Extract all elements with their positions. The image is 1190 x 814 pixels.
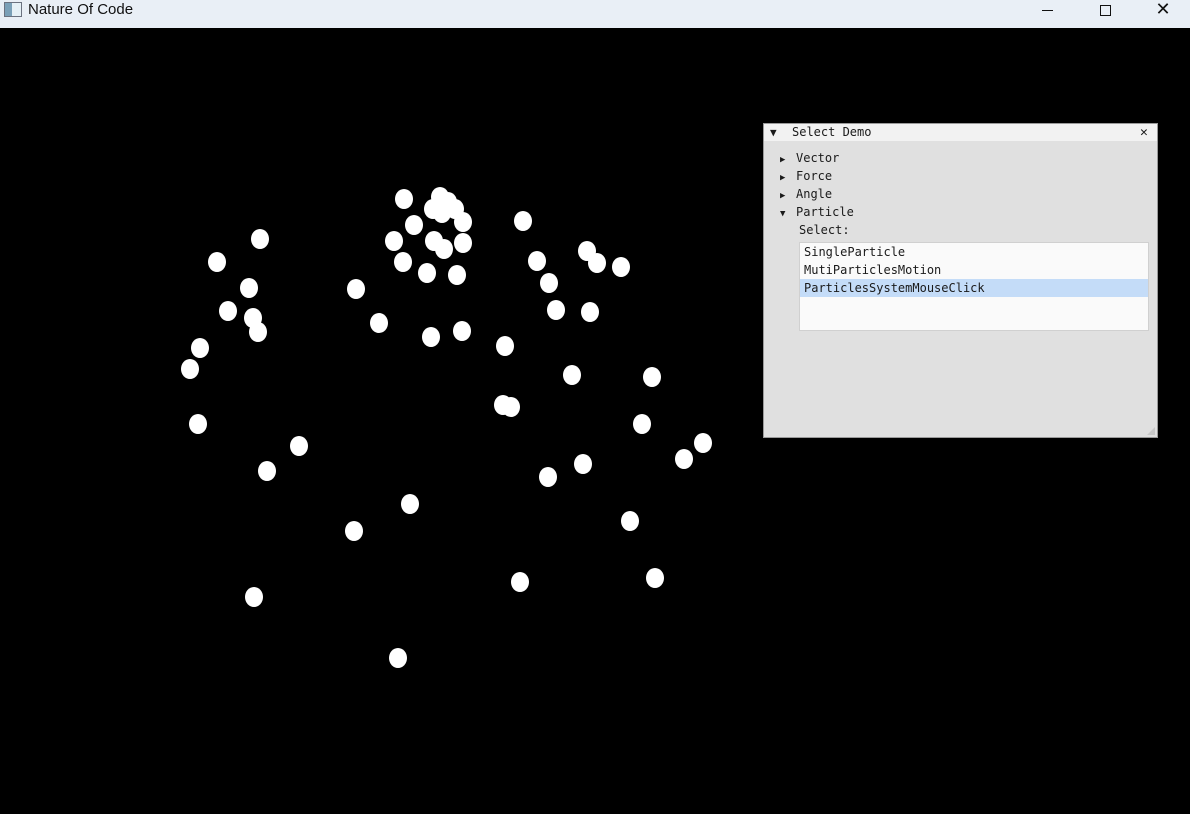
close-icon: ✕ xyxy=(1155,0,1171,20)
particle xyxy=(633,414,651,434)
particle xyxy=(258,461,276,481)
minimize-button[interactable] xyxy=(1024,0,1070,20)
particle xyxy=(502,397,520,417)
maximize-icon xyxy=(1099,4,1111,16)
window-title: Nature Of Code xyxy=(28,1,134,18)
particle xyxy=(612,257,630,277)
particle xyxy=(370,313,388,333)
tree-node-label: Vector xyxy=(796,151,840,165)
particle xyxy=(514,211,532,231)
particle xyxy=(435,239,453,259)
demo-listbox[interactable]: SingleParticle MutiParticlesMotion Parti… xyxy=(799,242,1149,331)
window-close-icon[interactable]: ✕ xyxy=(1140,124,1148,141)
tree-node-force[interactable]: ▶ Force xyxy=(780,167,832,185)
particle xyxy=(347,279,365,299)
particle xyxy=(496,336,514,356)
particle xyxy=(249,322,267,342)
particle xyxy=(389,648,407,668)
particle xyxy=(448,265,466,285)
particle xyxy=(290,436,308,456)
particle xyxy=(208,252,226,272)
list-item-muti-particles-motion[interactable]: MutiParticlesMotion xyxy=(800,261,1148,279)
particle xyxy=(189,414,207,434)
particle xyxy=(191,338,209,358)
tree-node-label: Particle xyxy=(796,205,854,219)
particle xyxy=(395,189,413,209)
particle xyxy=(418,263,436,283)
window-title-label: Select Demo xyxy=(792,125,872,139)
particle xyxy=(454,212,472,232)
window-header[interactable]: ▼ Select Demo ✕ xyxy=(764,124,1157,141)
particle xyxy=(394,252,412,272)
particle xyxy=(511,572,529,592)
particle xyxy=(181,359,199,379)
select-demo-window[interactable]: ▼ Select Demo ✕ ▶ Vector ▶ Force ▶ Angle ▼ P… xyxy=(763,123,1158,438)
list-item-single-particle[interactable]: SingleParticle xyxy=(800,243,1148,261)
tree-node-vector[interactable]: ▶ Vector xyxy=(780,149,839,167)
particle xyxy=(563,365,581,385)
particle xyxy=(547,300,565,320)
particle xyxy=(646,568,664,588)
particle xyxy=(675,449,693,469)
minimize-icon xyxy=(1041,9,1053,11)
particle xyxy=(251,229,269,249)
resize-grip-icon[interactable] xyxy=(1147,427,1155,435)
collapse-arrow-icon: ▼ xyxy=(780,209,786,219)
particle xyxy=(574,454,592,474)
particle xyxy=(405,215,423,235)
tree-node-label: Angle xyxy=(796,187,833,201)
particle xyxy=(219,301,237,321)
app-icon xyxy=(4,2,22,17)
particle xyxy=(588,253,606,273)
particle xyxy=(453,321,471,341)
particle xyxy=(240,278,258,298)
particle xyxy=(694,433,712,453)
tree-node-particle[interactable]: ▼ Particle xyxy=(780,203,854,221)
tree-node-label: Force xyxy=(796,169,833,183)
particle xyxy=(245,587,263,607)
close-button[interactable]: ✕ xyxy=(1140,0,1186,20)
particle xyxy=(345,521,363,541)
tree-node-angle[interactable]: ▶ Angle xyxy=(780,185,832,203)
particle xyxy=(539,467,557,487)
particle xyxy=(385,231,403,251)
particle xyxy=(401,494,419,514)
particle xyxy=(454,233,472,253)
particle xyxy=(621,511,639,531)
list-item-particles-system-mouse-click[interactable]: ParticlesSystemMouseClick xyxy=(800,279,1148,297)
particle xyxy=(540,273,558,293)
particle xyxy=(643,367,661,387)
maximize-button[interactable] xyxy=(1082,0,1128,20)
particle xyxy=(433,203,451,223)
select-label: Select: xyxy=(799,223,850,237)
particle xyxy=(422,327,440,347)
particle xyxy=(528,251,546,271)
collapse-arrow-icon[interactable]: ▼ xyxy=(770,124,777,141)
title-bar[interactable]: Nature Of Code ✕ xyxy=(0,0,1190,28)
particle xyxy=(581,302,599,322)
